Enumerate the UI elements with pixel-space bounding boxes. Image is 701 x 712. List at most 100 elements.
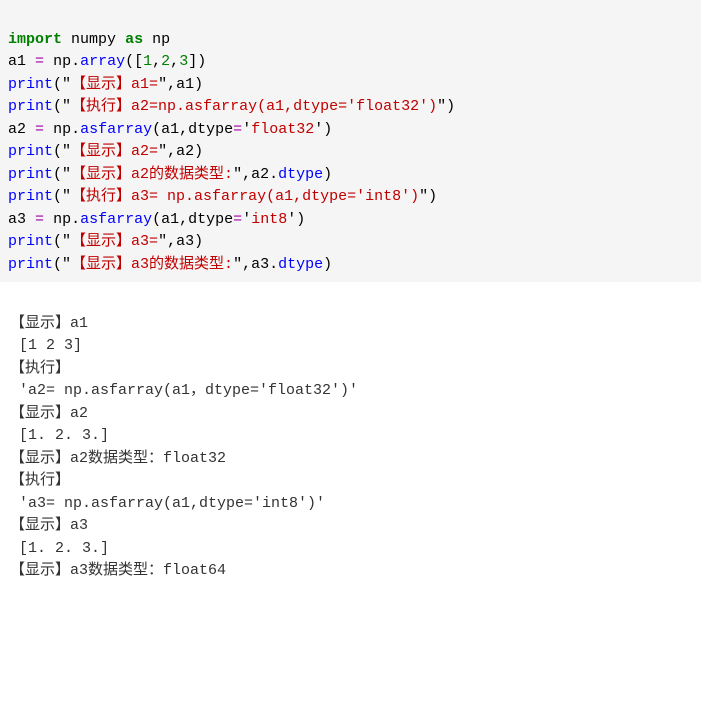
func-print: print	[8, 256, 53, 273]
func-print: print	[8, 98, 53, 115]
identifier: np	[152, 31, 170, 48]
operator: =	[35, 211, 44, 228]
identifier: a3	[176, 233, 194, 250]
quote: "	[158, 233, 167, 250]
code-line: a1 = np.array([1,2,3])	[8, 53, 206, 70]
string: 【显示】a3的数据类型:	[71, 256, 233, 273]
quote: "	[233, 166, 242, 183]
func-print: print	[8, 143, 53, 160]
quote: '	[242, 121, 251, 138]
quote: '	[242, 211, 251, 228]
identifier: dtype	[188, 121, 233, 138]
func-print: print	[8, 233, 53, 250]
paren: )	[194, 233, 203, 250]
comma: ,	[242, 256, 251, 273]
quote: "	[62, 76, 71, 93]
operator: =	[35, 53, 44, 70]
output-line: 【执行】	[10, 360, 70, 377]
paren: ([	[125, 53, 143, 70]
quote: "	[233, 256, 242, 273]
operator: =	[233, 211, 242, 228]
identifier: a2	[251, 166, 269, 183]
string: 【显示】a3=	[71, 233, 158, 250]
quote: '	[287, 211, 296, 228]
quote: "	[437, 98, 446, 115]
quote: '	[314, 121, 323, 138]
func-array: array	[80, 53, 125, 70]
code-line: a2 = np.asfarray(a1,dtype='float32')	[8, 121, 332, 138]
identifier: np	[53, 121, 71, 138]
identifier: a2	[8, 121, 26, 138]
quote: "	[62, 166, 71, 183]
code-line: print("【显示】a3的数据类型:",a3.dtype)	[8, 256, 332, 273]
keyword-import: import	[8, 31, 62, 48]
output-line: 'a3= np.asfarray(a1,dtype='int8')'	[10, 495, 325, 512]
number: 2	[161, 53, 170, 70]
paren: )	[296, 211, 305, 228]
attr-dtype: dtype	[278, 256, 323, 273]
identifier: np	[53, 53, 71, 70]
func-print: print	[8, 76, 53, 93]
code-line: print("【显示】a2=",a2)	[8, 143, 203, 160]
comma: ,	[179, 121, 188, 138]
output-line: [1. 2. 3.]	[10, 540, 109, 557]
comma: ,	[242, 166, 251, 183]
string: int8	[251, 211, 287, 228]
output-line: 【执行】	[10, 472, 70, 489]
paren: )	[194, 143, 203, 160]
output-line: [1. 2. 3.]	[10, 427, 109, 444]
paren: (	[53, 233, 62, 250]
paren: )	[323, 121, 332, 138]
identifier: a1	[161, 121, 179, 138]
output-line: 【显示】a3	[10, 517, 88, 534]
paren: )	[323, 256, 332, 273]
code-line: print("【显示】a3=",a3)	[8, 233, 203, 250]
paren: (	[53, 143, 62, 160]
attr-dtype: dtype	[278, 166, 323, 183]
paren: (	[53, 256, 62, 273]
string: 【执行】a2=np.asfarray(a1,dtype='float32')	[71, 98, 437, 115]
code-line: print("【执行】a2=np.asfarray(a1,dtype='floa…	[8, 98, 455, 115]
paren: )	[323, 166, 332, 183]
string: float32	[251, 121, 314, 138]
number: 3	[179, 53, 188, 70]
quote: "	[62, 233, 71, 250]
code-line: a3 = np.asfarray(a1,dtype='int8')	[8, 211, 305, 228]
paren: )	[194, 76, 203, 93]
func-asfarray: asfarray	[80, 211, 152, 228]
paren: (	[152, 121, 161, 138]
code-line: print("【显示】a1=",a1)	[8, 76, 203, 93]
quote: "	[62, 98, 71, 115]
identifier: a1	[8, 53, 26, 70]
identifier: a3	[8, 211, 26, 228]
identifier: a2	[176, 143, 194, 160]
identifier: numpy	[71, 31, 116, 48]
keyword-as: as	[125, 31, 143, 48]
identifier: np	[53, 211, 71, 228]
string: 【执行】a3= np.asfarray(a1,dtype='int8')	[71, 188, 419, 205]
code-block: import numpy as np a1 = np.array([1,2,3]…	[0, 0, 701, 282]
paren: ])	[188, 53, 206, 70]
identifier: a3	[251, 256, 269, 273]
paren: )	[446, 98, 455, 115]
output-line: 【显示】a1	[10, 315, 88, 332]
paren: (	[53, 98, 62, 115]
operator: =	[233, 121, 242, 138]
dot: .	[269, 256, 278, 273]
quote: "	[158, 143, 167, 160]
string: 【显示】a2的数据类型:	[71, 166, 233, 183]
func-print: print	[8, 188, 53, 205]
string: 【显示】a1=	[71, 76, 158, 93]
quote: "	[158, 76, 167, 93]
comma: ,	[179, 211, 188, 228]
output-line: 【显示】a2数据类型：float32	[10, 450, 226, 467]
string: 【显示】a2=	[71, 143, 158, 160]
func-asfarray: asfarray	[80, 121, 152, 138]
quote: "	[62, 188, 71, 205]
output-block: 【显示】a1 [1 2 3] 【执行】 'a2= np.asfarray(a1，…	[0, 282, 701, 591]
quote: "	[62, 256, 71, 273]
identifier: a1	[176, 76, 194, 93]
comma: ,	[170, 53, 179, 70]
operator: =	[35, 121, 44, 138]
quote: "	[419, 188, 428, 205]
